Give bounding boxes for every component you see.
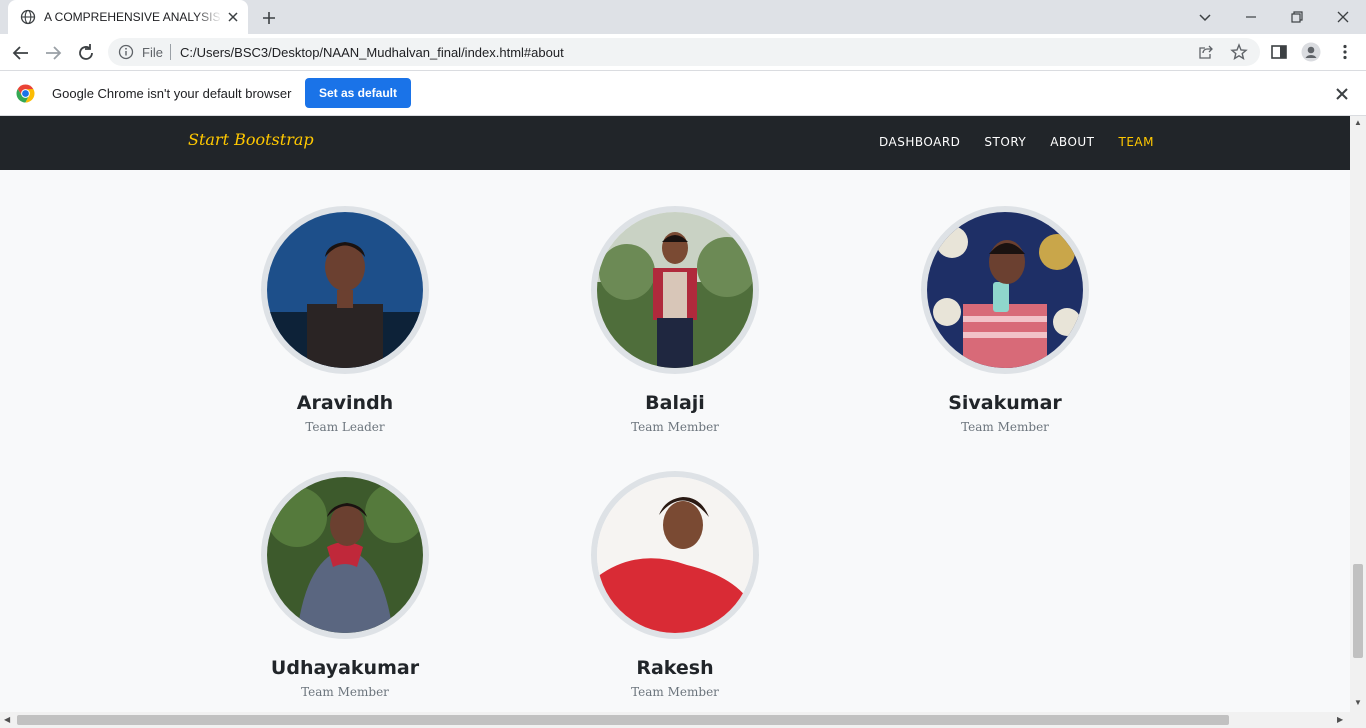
site-info-icon[interactable] [118,44,134,60]
site-navbar: Start Bootstrap DASHBOARD STORY ABOUT TE… [0,116,1350,170]
team-member-card: Udhayakumar Team Member [235,471,455,699]
member-role: Team Member [301,685,389,699]
member-role: Team Leader [305,420,385,434]
close-window-icon[interactable] [1332,6,1354,28]
nav-story[interactable]: STORY [984,135,1026,149]
nav-dashboard[interactable]: DASHBOARD [879,135,960,149]
tab-strip: A COMPREHENSIVE ANALYSIS OF [0,0,1366,34]
nav-team[interactable]: TEAM [1119,135,1154,149]
reload-icon[interactable] [73,40,99,66]
scroll-left-icon[interactable]: ◀ [4,715,10,724]
nav-links: DASHBOARD STORY ABOUT TEAM [879,135,1154,149]
member-photo [927,212,1083,368]
close-infobar-icon[interactable] [1333,85,1351,103]
menu-kebab-icon[interactable] [1335,42,1355,62]
member-role: Team Member [631,420,719,434]
avatar [591,471,759,639]
member-name: Sivakumar [948,392,1062,414]
bookmark-star-icon[interactable] [1230,43,1248,61]
globe-icon [20,9,36,25]
member-photo [597,212,753,368]
divider [170,44,171,60]
browser-toolbar: File C:/Users/BSC3/Desktop/NAAN_Mudhalva… [0,34,1366,71]
forward-icon[interactable] [40,40,66,66]
avatar [591,206,759,374]
browser-tab[interactable]: A COMPREHENSIVE ANALYSIS OF [8,0,248,34]
set-as-default-button[interactable]: Set as default [305,78,411,108]
team-member-card: Rakesh Team Member [565,471,785,699]
team-member-card: Sivakumar Team Member [895,206,1115,434]
member-name: Balaji [645,392,705,414]
new-tab-icon[interactable] [258,7,280,29]
scroll-thumb[interactable] [1353,564,1363,658]
horizontal-scrollbar[interactable]: ◀ ▶ [0,712,1366,728]
back-icon[interactable] [8,40,34,66]
member-role: Team Member [961,420,1049,434]
avatar [261,206,429,374]
page-viewport: Start Bootstrap DASHBOARD STORY ABOUT TE… [0,116,1350,712]
member-role: Team Member [631,685,719,699]
scheme-label: File [142,45,163,60]
url-text[interactable]: C:/Users/BSC3/Desktop/NAAN_Mudhalvan_fin… [180,45,564,60]
avatar [261,471,429,639]
side-panel-icon[interactable] [1269,42,1289,62]
share-icon[interactable] [1198,44,1214,60]
tab-title: A COMPREHENSIVE ANALYSIS OF [44,10,222,24]
minimize-icon[interactable] [1240,6,1262,28]
restore-icon[interactable] [1286,6,1308,28]
address-bar[interactable]: File C:/Users/BSC3/Desktop/NAAN_Mudhalva… [108,38,1260,66]
chrome-logo-icon [16,84,35,103]
scroll-down-icon[interactable]: ▼ [1354,698,1362,707]
tab-search-icon[interactable] [1194,6,1216,28]
profile-avatar-icon[interactable] [1301,42,1321,62]
team-member-card: Balaji Team Member [565,206,785,434]
member-name: Aravindh [296,392,394,414]
nav-about[interactable]: ABOUT [1050,135,1094,149]
site-brand[interactable]: Start Bootstrap [188,130,314,149]
member-photo [267,477,423,633]
member-photo [597,477,753,633]
scroll-up-icon[interactable]: ▲ [1354,118,1362,127]
team-member-card: Aravindh Team Leader [235,206,455,434]
scroll-thumb[interactable] [17,715,1229,725]
avatar [921,206,1089,374]
close-tab-icon[interactable] [225,9,241,25]
scroll-right-icon[interactable]: ▶ [1337,715,1343,724]
default-browser-infobar: Google Chrome isn't your default browser… [0,71,1366,116]
member-name: Rakesh [636,657,714,679]
infobar-message: Google Chrome isn't your default browser [52,86,292,101]
member-name: Udhayakumar [270,657,420,679]
vertical-scrollbar[interactable]: ▲ ▼ [1350,116,1366,712]
member-photo [267,212,423,368]
